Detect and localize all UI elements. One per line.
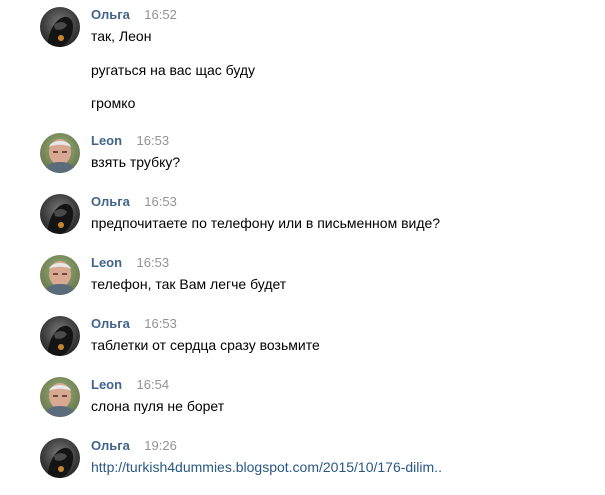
author-name[interactable]: Ольга [91,316,130,331]
message-text: таблетки от сердца сразу возьмите [91,337,320,353]
olga-avatar-icon[interactable] [40,438,80,478]
leon-avatar-icon[interactable] [40,255,80,295]
olga-avatar-icon[interactable] [40,7,80,47]
message-text: телефон, так Вам легче будет [91,276,287,292]
message-header: Ольга 19:26 [91,438,177,454]
author-name[interactable]: Leon [91,377,122,392]
message-time: 16:53 [136,133,170,148]
message-time: 16:53 [144,316,177,331]
chat-history: Ольга 16:52 так, Леон ругаться на вас ща… [0,0,605,495]
message-header: Leon 16:53 [91,255,169,271]
olga-avatar-icon[interactable] [40,194,80,234]
message-text: слона пуля не борет [91,398,225,414]
message-time: 16:53 [136,255,170,270]
message-text: громко [91,95,136,111]
message-time: 16:54 [136,377,170,392]
message-text: так, Леон [91,28,152,44]
message-link[interactable]: http://turkish4dummies.blogspot.com/2015… [91,459,442,475]
olga-avatar-icon[interactable] [40,316,80,356]
message-header: Leon 16:53 [91,133,169,149]
message-time: 19:26 [144,438,177,453]
author-name[interactable]: Ольга [91,7,130,22]
message-header: Ольга 16:53 [91,316,177,332]
message-text: взять трубку? [91,154,181,170]
leon-avatar-icon[interactable] [40,133,80,173]
author-name[interactable]: Ольга [91,438,130,453]
author-name[interactable]: Ольга [91,194,130,209]
message-text: ругаться на вас щас буду [91,62,256,78]
leon-avatar-icon[interactable] [40,377,80,417]
message-time: 16:52 [144,7,177,22]
message-link-line: http://turkish4dummies.blogspot.com/2015… [91,458,442,476]
author-name[interactable]: Leon [91,133,122,148]
message-time: 16:53 [144,194,177,209]
message-text: предпочитаете по телефону или в письменн… [91,215,441,231]
message-header: Ольга 16:53 [91,194,177,210]
message-header: Leon 16:54 [91,377,169,393]
message-header: Ольга 16:52 [91,7,177,23]
author-name[interactable]: Leon [91,255,122,270]
